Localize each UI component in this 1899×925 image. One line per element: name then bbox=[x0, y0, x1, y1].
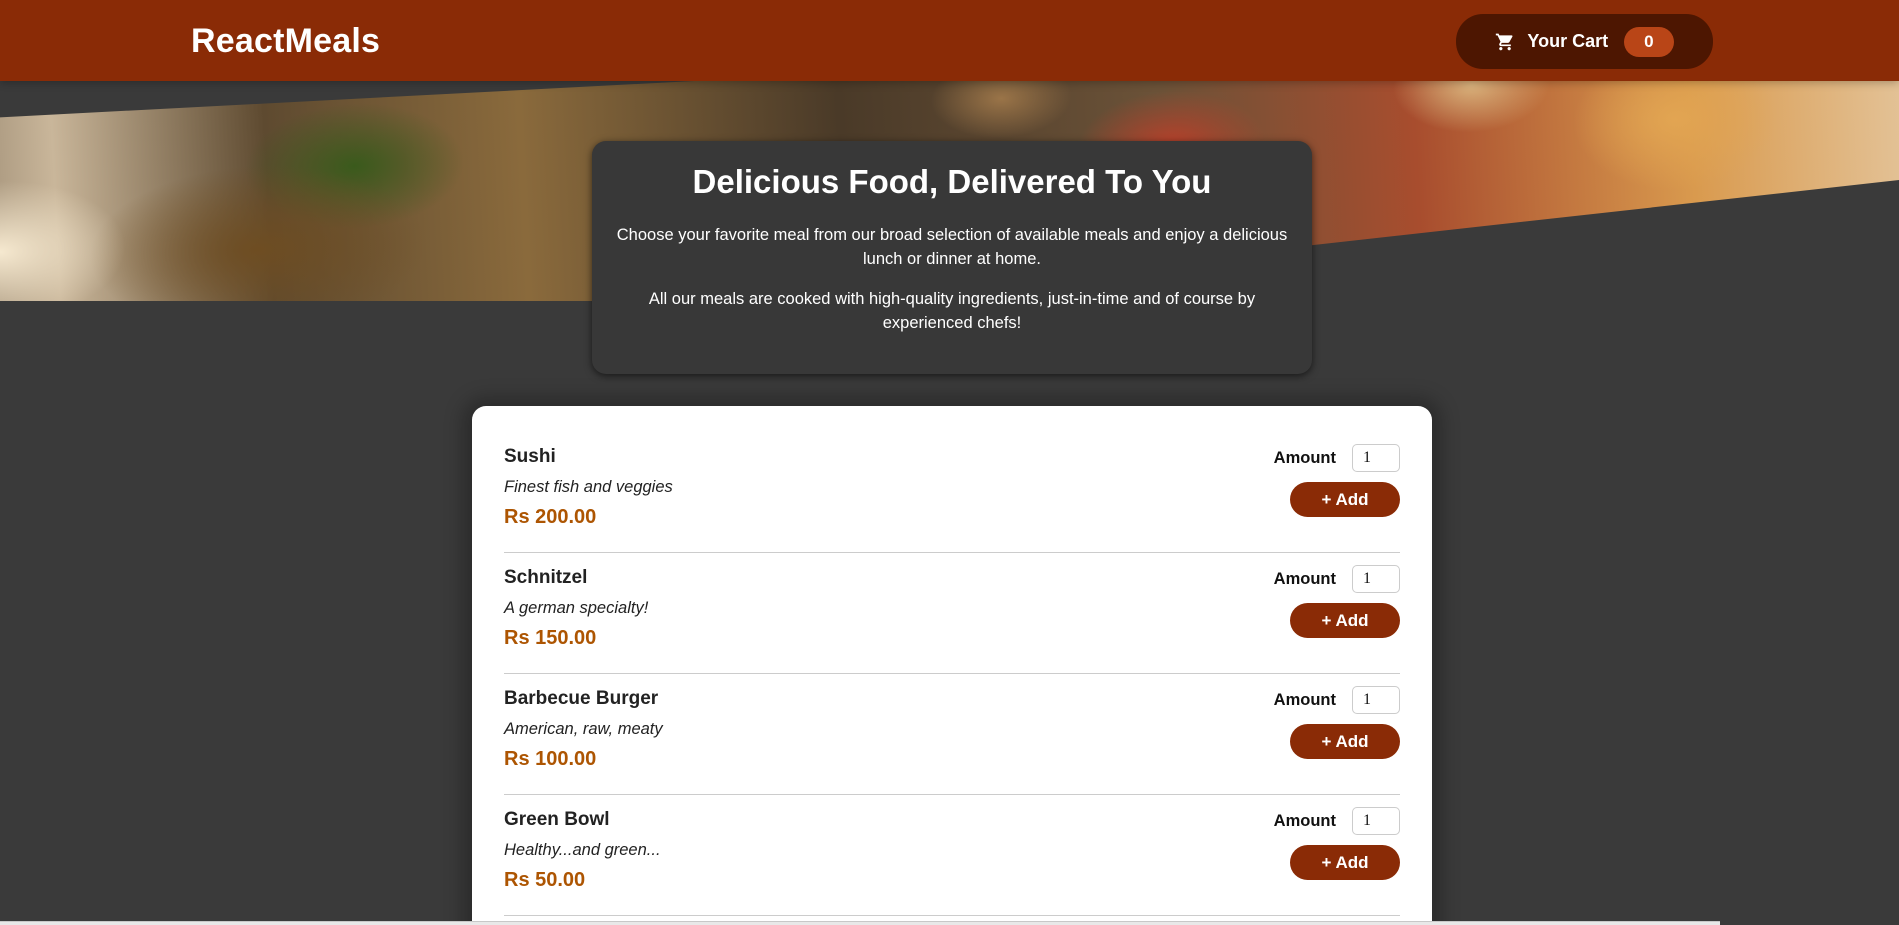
meal-item: Barbecue Burger American, raw, meaty Rs … bbox=[504, 674, 1400, 795]
amount-label: Amount bbox=[1273, 690, 1336, 709]
meal-info: Barbecue Burger American, raw, meaty Rs … bbox=[504, 688, 663, 771]
add-to-cart-button[interactable]: + Add bbox=[1290, 482, 1400, 517]
add-to-cart-button[interactable]: + Add bbox=[1290, 724, 1400, 759]
amount-input[interactable] bbox=[1352, 565, 1400, 593]
cart-icon bbox=[1495, 32, 1515, 52]
summary-paragraph-1: Choose your favorite meal from our broad… bbox=[616, 226, 1288, 268]
add-to-cart-button[interactable]: + Add bbox=[1290, 845, 1400, 880]
meal-name: Green Bowl bbox=[504, 809, 610, 830]
meal-description: Healthy...and green... bbox=[504, 841, 661, 859]
meal-info: Sushi Finest fish and veggies Rs 200.00 bbox=[504, 446, 673, 529]
meal-price: Rs 200.00 bbox=[504, 506, 597, 528]
meal-item: Sushi Finest fish and veggies Rs 200.00 … bbox=[504, 432, 1400, 553]
meal-price: Rs 50.00 bbox=[504, 869, 586, 891]
meal-name: Barbecue Burger bbox=[504, 688, 659, 709]
horizontal-scrollbar[interactable] bbox=[0, 921, 1720, 925]
meals-list-card: Sushi Finest fish and veggies Rs 200.00 … bbox=[472, 406, 1432, 925]
meal-name: Schnitzel bbox=[504, 567, 588, 588]
amount-label: Amount bbox=[1273, 569, 1336, 588]
cart-label: Your Cart bbox=[1527, 31, 1609, 51]
meal-price: Rs 150.00 bbox=[504, 627, 597, 649]
summary-title: Delicious Food, Delivered To You bbox=[692, 163, 1212, 200]
cart-count-badge: 0 bbox=[1624, 26, 1674, 57]
meal-name: Sushi bbox=[504, 446, 556, 467]
amount-row: Amount bbox=[1260, 807, 1400, 835]
app-viewport: ReactMeals Your Cart 0 Delicious Food, D… bbox=[0, 0, 1899, 925]
brand-title: ReactMeals bbox=[191, 22, 381, 60]
meal-info: Schnitzel A german specialty! Rs 150.00 bbox=[504, 567, 648, 650]
meal-description: Finest fish and veggies bbox=[504, 478, 673, 496]
amount-row: Amount bbox=[1260, 686, 1400, 714]
meal-description: A german specialty! bbox=[504, 599, 649, 617]
amount-input[interactable] bbox=[1352, 686, 1400, 714]
add-to-cart-button[interactable]: + Add bbox=[1290, 603, 1400, 638]
amount-label: Amount bbox=[1273, 811, 1336, 830]
meals-summary-card: Delicious Food, Delivered To You Choose … bbox=[592, 141, 1312, 374]
amount-input[interactable] bbox=[1352, 444, 1400, 472]
meal-description: American, raw, meaty bbox=[504, 720, 663, 738]
meal-add-form: Amount + Add bbox=[1260, 565, 1400, 638]
summary-paragraph-2: All our meals are cooked with high-quali… bbox=[648, 290, 1256, 332]
meal-info: Green Bowl Healthy...and green... Rs 50.… bbox=[504, 809, 661, 892]
amount-label: Amount bbox=[1273, 448, 1336, 467]
meal-add-form: Amount + Add bbox=[1260, 807, 1400, 880]
meal-add-form: Amount + Add bbox=[1260, 444, 1400, 517]
meal-price: Rs 100.00 bbox=[504, 748, 597, 770]
top-header: ReactMeals Your Cart 0 bbox=[0, 0, 1899, 81]
meal-item: Schnitzel A german specialty! Rs 150.00 … bbox=[504, 553, 1400, 674]
amount-input[interactable] bbox=[1352, 807, 1400, 835]
meal-add-form: Amount + Add bbox=[1260, 686, 1400, 759]
cart-button[interactable]: Your Cart 0 bbox=[1456, 14, 1713, 69]
meal-item: Green Bowl Healthy...and green... Rs 50.… bbox=[504, 795, 1400, 916]
amount-row: Amount bbox=[1260, 444, 1400, 472]
amount-row: Amount bbox=[1260, 565, 1400, 593]
